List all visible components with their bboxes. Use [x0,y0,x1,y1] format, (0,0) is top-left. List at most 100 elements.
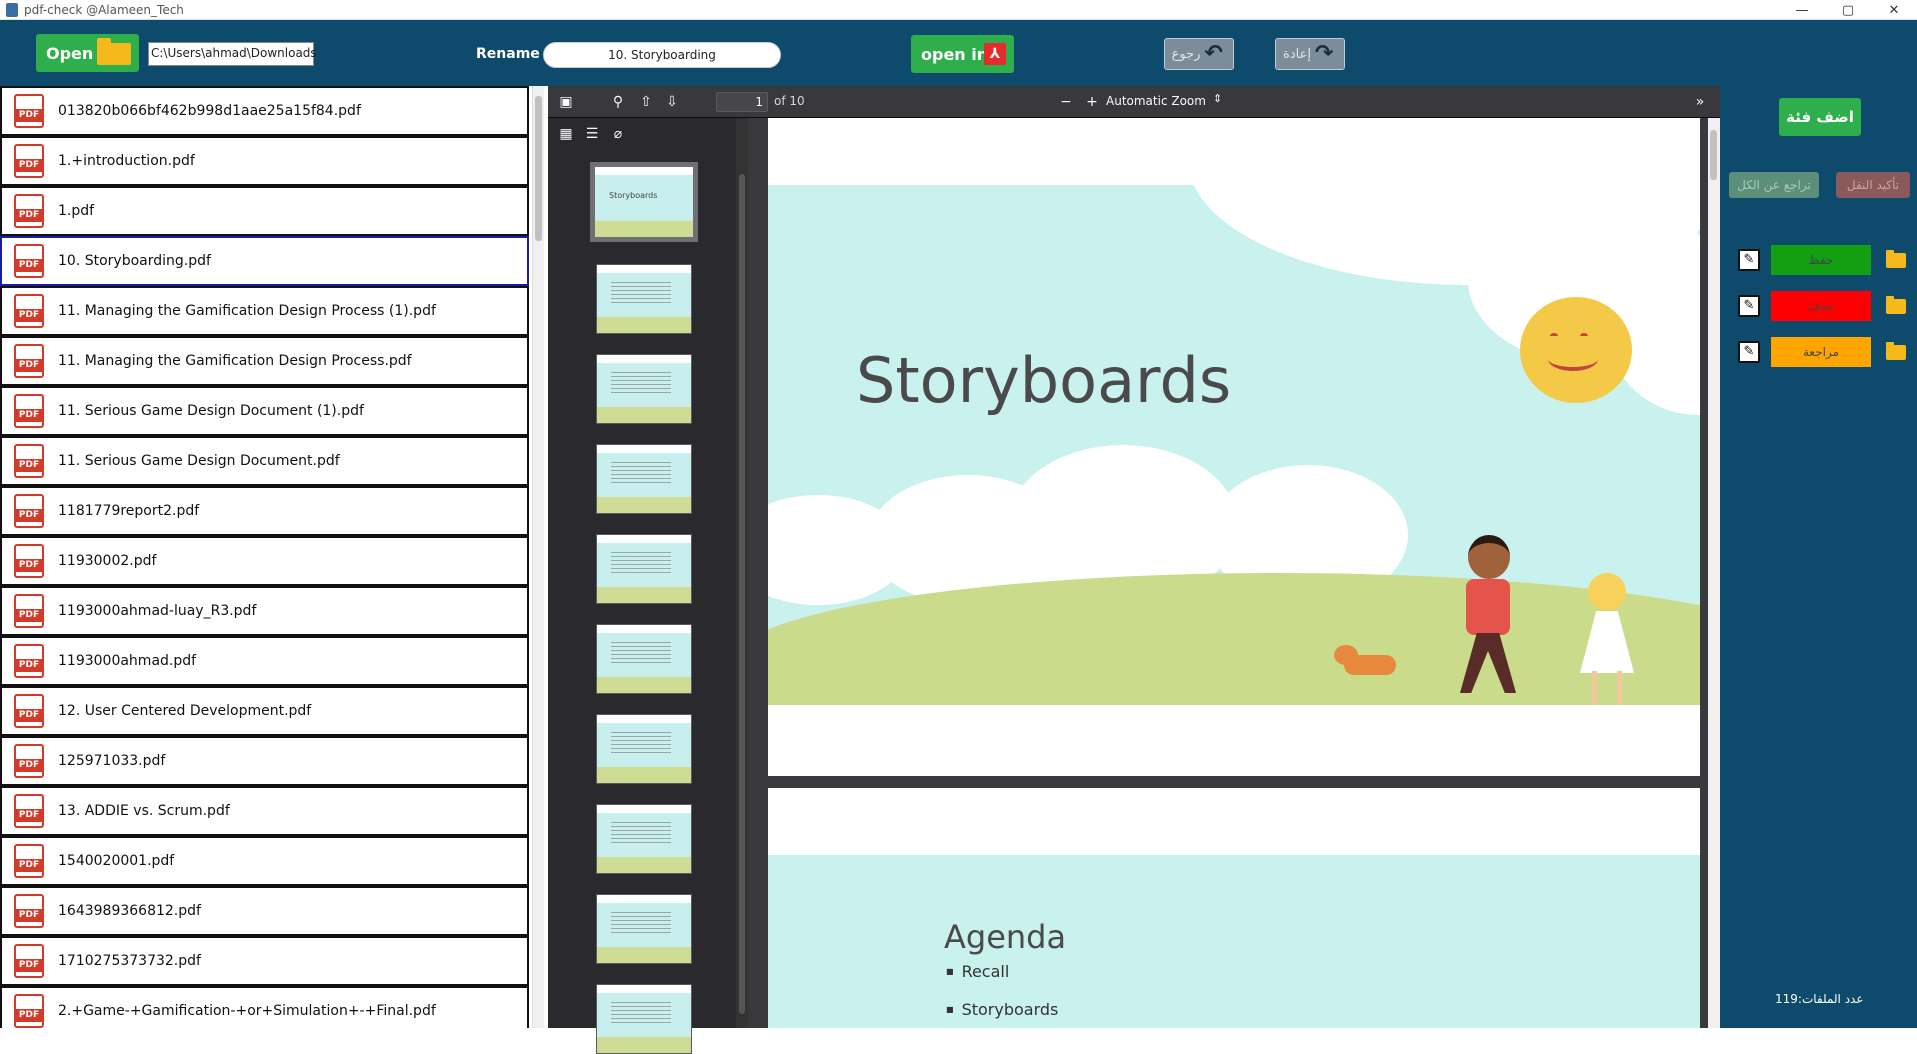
pdf-file-icon: PDF [14,494,44,528]
open-button-label: Open [46,43,94,63]
viewer-toolbar: ▣ ⚲ ⇧ ⇩ 1 of 10 − + Automatic Zoom ⇕ » [548,86,1720,118]
close-button[interactable]: ✕ [1871,0,1917,20]
thumbnail-page-3[interactable] [596,354,692,424]
outline-view-icon[interactable]: ☰ [582,124,602,144]
pdf-badge: PDF [14,359,44,372]
minimize-button[interactable]: — [1779,0,1825,20]
file-list-item[interactable]: PDF 1.+introduction.pdf [0,136,529,186]
maximize-button[interactable]: ▢ [1825,0,1871,20]
thumbnail-page-6[interactable] [596,624,692,694]
folder-icon[interactable] [1886,296,1906,314]
pdf-badge: PDF [14,659,44,672]
pdf-file-icon: PDF [14,594,44,628]
edit-icon[interactable]: ✎ [1738,249,1760,271]
file-list-item[interactable]: PDF 1.pdf [0,186,529,236]
file-name: 1181779report2.pdf [58,503,200,519]
thumbnail-page-2[interactable] [596,264,692,334]
thumbnail-page-10[interactable] [596,984,692,1054]
pdf-file-icon: PDF [14,444,44,478]
pdf-file-icon: PDF [14,944,44,978]
thumbnail-page-1[interactable]: Storyboards [590,162,698,242]
thumbnail-page-5[interactable] [596,534,692,604]
previous-page-icon[interactable]: ⇧ [636,92,656,112]
file-list-item[interactable]: PDF 11. Managing the Gamification Design … [0,336,529,386]
thumbnail-scrollbar[interactable] [736,118,748,1028]
edit-icon[interactable]: ✎ [1738,341,1760,363]
file-list-item[interactable]: PDF 1643989366812.pdf [0,886,529,936]
pdf-badge: PDF [14,209,44,222]
open-in-button[interactable]: open in ⅄ [911,35,1014,73]
category-button[interactable]: حفظ [1771,245,1871,275]
file-list-item[interactable]: PDF 1710275373732.pdf [0,936,529,986]
acrobat-icon: ⅄ [984,43,1006,65]
path-input[interactable]: C:\Users\ahmad\Downloads [148,42,317,66]
page-scrollbar[interactable] [1708,118,1720,1028]
folder-icon[interactable] [1886,342,1906,360]
pdf-badge: PDF [14,259,44,272]
confirm-move-button[interactable]: تأكيد النقل [1836,172,1910,198]
zoom-out-icon[interactable]: − [1056,92,1076,112]
page-number-input[interactable]: 1 [716,92,768,112]
undo-all-button[interactable]: تراجع عن الكل [1729,172,1819,198]
file-list-item[interactable]: PDF 11. Managing the Gamification Design … [0,286,529,336]
pdf-file-icon: PDF [14,394,44,428]
slide-background [768,855,1700,1028]
file-list-item[interactable]: PDF 1193000ahmad.pdf [0,636,529,686]
pdf-badge: PDF [14,709,44,722]
folder-icon [97,38,131,65]
pdf-file-icon: PDF [14,244,44,278]
pdf-file-icon: PDF [14,844,44,878]
pdf-file-icon: PDF [14,94,44,128]
thumbnail-page-8[interactable] [596,804,692,874]
file-list-item[interactable]: PDF 2.+Game-+Gamification-+or+Simulation+… [0,986,529,1028]
window-title: pdf-check @Alameen_Tech [24,2,184,17]
tools-menu-icon[interactable]: » [1690,92,1710,112]
file-name: 125971033.pdf [58,753,166,769]
scrollbar-thumb[interactable] [739,174,745,1014]
sun-illustration [1520,297,1632,403]
next-page-icon[interactable]: ⇩ [662,92,682,112]
file-name: 2.+Game-+Gamification-+or+Simulation+-+F… [58,1003,436,1019]
thumbnail-page-7[interactable] [596,714,692,784]
rename-input[interactable]: 10. Storyboarding [543,42,781,68]
file-list-item[interactable]: PDF 11. Serious Game Design Document.pdf [0,436,529,486]
open-button[interactable]: Open [36,34,139,72]
zoom-select[interactable]: Automatic Zoom [1106,94,1206,108]
thumbnail-sidebar: ▦ ☰ ⌀ Storyboards [548,118,736,1054]
file-list-item[interactable]: PDF 013820b066bf462b998d1aae25a15f84.pdf [0,86,529,136]
thumbnail-page-9[interactable] [596,894,692,964]
file-list-item[interactable]: PDF 13. ADDIE vs. Scrum.pdf [0,786,529,836]
file-list-item[interactable]: PDF 1193000ahmad-luay_R3.pdf [0,586,529,636]
file-list-item[interactable]: PDF 11. Serious Game Design Document (1).… [0,386,529,436]
add-category-button[interactable]: اضف فئة [1779,98,1861,136]
attachments-icon[interactable]: ⌀ [608,124,628,144]
zoom-in-icon[interactable]: + [1082,92,1102,112]
back-button[interactable]: رجوع ↶ [1164,38,1234,70]
file-list-item[interactable]: PDF 10. Storyboarding.pdf [0,236,529,286]
edit-icon[interactable]: ✎ [1738,295,1760,317]
pdf-badge: PDF [14,309,44,322]
page-count: of 10 [774,94,805,108]
category-button[interactable]: مراجعة [1771,337,1871,367]
thumbnail-page-4[interactable] [596,444,692,514]
file-list-item[interactable]: PDF 12. User Centered Development.pdf [0,686,529,736]
file-name: 11. Serious Game Design Document (1).pdf [58,403,364,419]
file-list-item[interactable]: PDF 1540020001.pdf [0,836,529,886]
file-name: 11. Managing the Gamification Design Pro… [58,353,412,369]
redo-button[interactable]: إعادة ↷ [1275,38,1345,70]
file-list-scrollbar[interactable] [532,86,544,1028]
scrollbar-thumb[interactable] [535,96,542,241]
thumbnail-title: Storyboards [609,191,658,200]
sidebar-toggle-icon[interactable]: ▣ [556,92,576,112]
file-list-item[interactable]: PDF 125971033.pdf [0,736,529,786]
pdf-file-icon: PDF [14,294,44,328]
category-button[interactable]: حذف [1771,291,1871,321]
folder-icon[interactable] [1886,250,1906,268]
scrollbar-thumb[interactable] [1710,130,1717,180]
pdf-file-icon: PDF [14,644,44,678]
search-icon[interactable]: ⚲ [608,92,628,112]
file-list-item[interactable]: PDF 11930002.pdf [0,536,529,586]
file-list-item[interactable]: PDF 1181779report2.pdf [0,486,529,536]
thumbnails-view-icon[interactable]: ▦ [556,124,576,144]
slide-background [768,185,1700,705]
